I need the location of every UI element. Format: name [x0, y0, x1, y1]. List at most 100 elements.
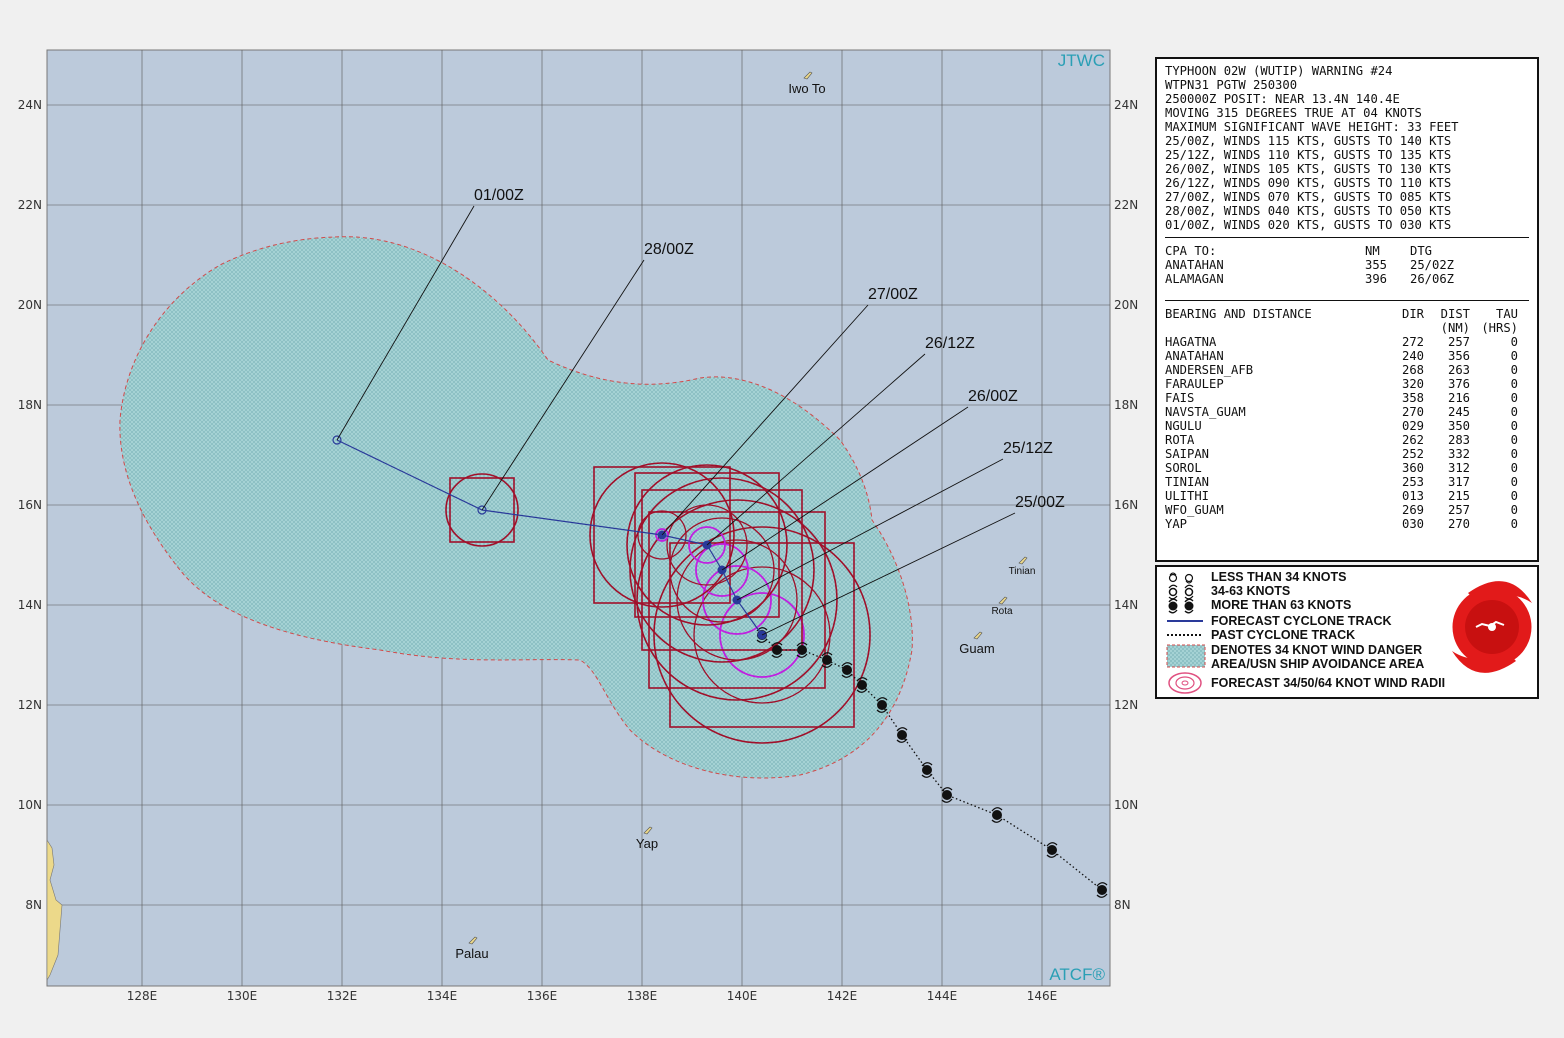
lon-label: 140E [727, 989, 758, 1003]
cpa-row: ALAMAGAN 396 26/06Z [1165, 272, 1529, 286]
station-dir: 013 [1401, 489, 1424, 503]
bearing-row: HAGATNA 272 257 0 [1165, 335, 1529, 349]
cpa-name: ALAMAGAN [1165, 272, 1224, 286]
station-tau: 0 [1510, 433, 1518, 447]
cpa-row: ANATAHAN 355 25/02Z [1165, 258, 1529, 272]
divider [1165, 237, 1529, 238]
station-tau: 0 [1510, 503, 1518, 517]
station-dist: 376 [1447, 377, 1470, 391]
station-tau: 0 [1510, 377, 1518, 391]
cpa-header: CPA TO: NM DTG [1165, 244, 1529, 258]
warning-line: TYPHOON 02W (WUTIP) WARNING #24 [1165, 64, 1393, 78]
place-label: Rota [991, 606, 1013, 617]
station-tau: 0 [1510, 363, 1518, 377]
station-tau: 0 [1510, 475, 1518, 489]
bearing-row: ROTA 262 283 0 [1165, 433, 1529, 447]
station-name: ANATAHAN [1165, 349, 1224, 363]
bearing-row: WFO_GUAM 269 257 0 [1165, 503, 1529, 517]
station-dir: 320 [1401, 377, 1424, 391]
station-tau: 0 [1510, 349, 1518, 363]
past-track-point [1047, 845, 1057, 855]
station-dist: 356 [1447, 349, 1470, 363]
legend-wind-radii: FORECAST 34/50/64 KNOT WIND RADII [1211, 676, 1446, 690]
lon-label: 142E [827, 989, 858, 1003]
station-dist: 245 [1447, 405, 1470, 419]
station-dist: 257 [1447, 503, 1470, 517]
warning-line: MOVING 315 DEGREES TRUE AT 04 KNOTS [1165, 106, 1422, 120]
warning-line: 26/00Z, WINDS 105 KTS, GUSTS TO 130 KTS [1165, 162, 1452, 176]
bearing-subheader: (NM) (HRS) [1165, 321, 1529, 335]
bearing-title: BEARING AND DISTANCE [1165, 307, 1312, 321]
cpa-dtg: 26/06Z [1410, 272, 1455, 286]
warning-line: 27/00Z, WINDS 070 KTS, GUSTS TO 085 KTS [1165, 190, 1452, 204]
station-name: FARAULEP [1165, 377, 1224, 391]
station-name: FAIS [1165, 391, 1195, 405]
lat-label-right: 24N [1114, 98, 1138, 112]
lat-label-left: 20N [18, 298, 42, 312]
atcf-brand: ATCF® [1049, 965, 1105, 984]
legend-ship-avoidance: AREA/USN SHIP AVOIDANCE AREA [1211, 657, 1425, 671]
warning-line: WTPN31 PGTW 250300 [1165, 78, 1298, 92]
lat-label-right: 20N [1114, 298, 1138, 312]
place-label: Yap [636, 836, 658, 851]
station-dist: 350 [1447, 419, 1470, 433]
warning-line: 01/00Z, WINDS 020 KTS, GUSTS TO 030 KTS [1165, 218, 1452, 232]
lat-label-right: 10N [1114, 798, 1138, 812]
lat-label-left: 8N [25, 898, 42, 912]
lat-label-left: 18N [18, 398, 42, 412]
bearing-row: YAP 030 270 0 [1165, 517, 1529, 531]
lon-label: 130E [227, 989, 258, 1003]
lat-label-right: 8N [1114, 898, 1131, 912]
station-dist: 332 [1447, 447, 1470, 461]
bearing-row: NGULU 029 350 0 [1165, 419, 1529, 433]
place-label: Guam [959, 641, 994, 656]
past-track-point [857, 680, 867, 690]
lat-label-left: 16N [18, 498, 42, 512]
legend-forecast-track: FORECAST CYCLONE TRACK [1211, 614, 1392, 628]
bearing-rows: HAGATNA 272 257 0 ANATAHAN 240 356 0 ANDERSEN_AF… [1165, 335, 1529, 531]
lat-label-right: 14N [1114, 598, 1138, 612]
warning-line: MAXIMUM SIGNIFICANT WAVE HEIGHT: 33 FEET [1165, 120, 1459, 134]
station-dist: 263 [1447, 363, 1470, 377]
col-dir: DIR [1401, 307, 1424, 321]
lon-label: 134E [427, 989, 458, 1003]
station-tau: 0 [1510, 517, 1518, 531]
past-track-point [1097, 885, 1107, 895]
lon-label: 136E [527, 989, 558, 1003]
station-tau: 0 [1510, 405, 1518, 419]
warning-header: TYPHOON 02W (WUTIP) WARNING #24 WTPN31 PG… [1165, 64, 1529, 232]
bearing-row: SAIPAN 252 332 0 [1165, 447, 1529, 461]
bearing-row: ULITHI 013 215 0 [1165, 489, 1529, 503]
past-track-point [822, 655, 832, 665]
station-dist: 283 [1447, 433, 1470, 447]
warning-text-panel: TYPHOON 02W (WUTIP) WARNING #24 WTPN31 PG… [1155, 57, 1539, 562]
station-tau: 0 [1510, 447, 1518, 461]
station-dir: 252 [1401, 447, 1424, 461]
station-name: NGULU [1165, 419, 1202, 433]
divider [1165, 300, 1529, 301]
cpa-nm: 396 [1365, 272, 1388, 286]
station-dir: 240 [1401, 349, 1424, 363]
col-dist: DIST [1440, 307, 1470, 321]
cpa-rows: ANATAHAN 355 25/02Z ALAMAGAN 396 26/06Z [1165, 258, 1529, 286]
station-dir: 360 [1401, 461, 1424, 475]
col-dist-unit: (NM) [1440, 321, 1470, 335]
station-name: WFO_GUAM [1165, 503, 1224, 517]
lon-label: 138E [627, 989, 658, 1003]
lat-label-right: 12N [1114, 698, 1138, 712]
station-tau: 0 [1510, 335, 1518, 349]
bearing-row: SOROL 360 312 0 [1165, 461, 1529, 475]
tau-label: 26/00Z [968, 388, 1018, 405]
jtwc-logo [1451, 581, 1533, 673]
lon-label: 128E [127, 989, 158, 1003]
legend-icons [1166, 572, 1206, 694]
station-name: TINIAN [1165, 475, 1210, 489]
place-label: Iwo To [788, 81, 825, 96]
col-tau-unit: (HRS) [1481, 321, 1518, 335]
station-name: ANDERSEN_AFB [1165, 363, 1254, 377]
tau-label: 28/00Z [644, 241, 694, 258]
legend-past-track: PAST CYCLONE TRACK [1211, 628, 1356, 642]
past-track-point [942, 790, 952, 800]
place-label: Palau [455, 946, 488, 961]
tau-label: 01/00Z [474, 187, 524, 204]
